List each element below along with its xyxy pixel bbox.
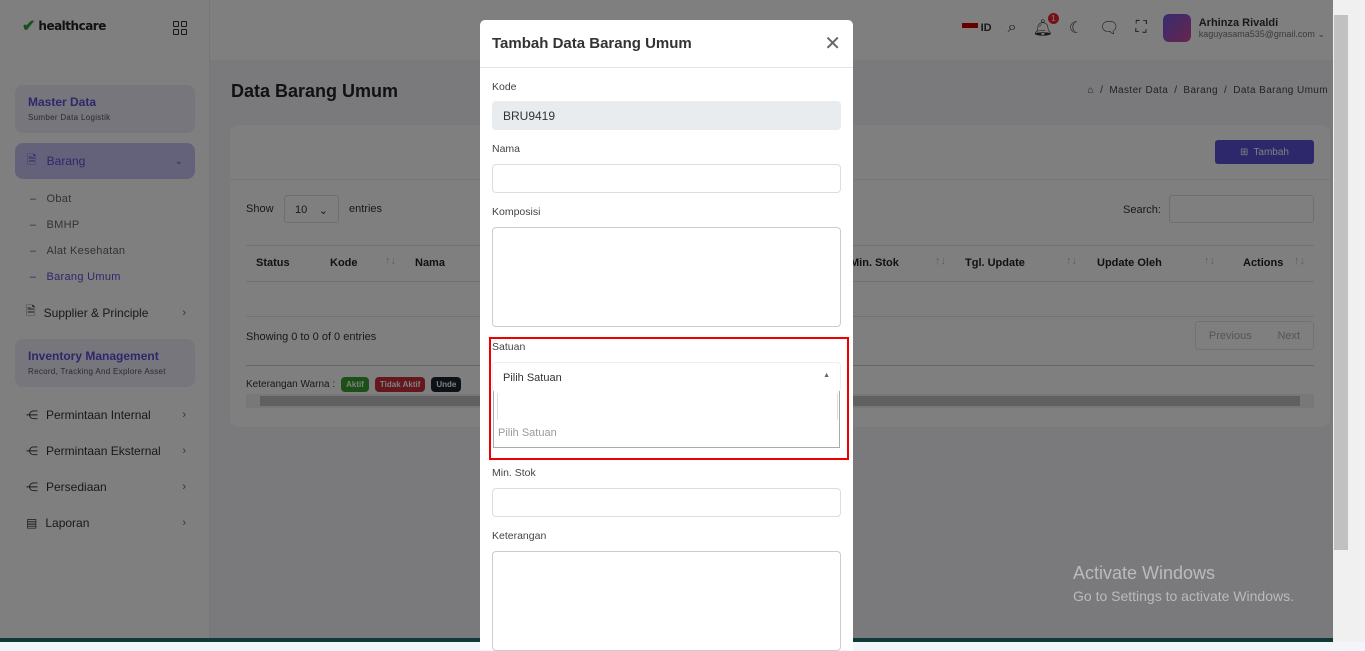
close-icon[interactable]: ✕ — [824, 31, 841, 56]
activate-windows-subtitle: Go to Settings to activate Windows. — [1073, 588, 1294, 604]
add-item-modal: Tambah Data Barang Umum ✕ Kode BRU9419 Na… — [480, 20, 853, 651]
kode-label: Kode — [492, 81, 517, 93]
komposisi-textarea[interactable] — [492, 227, 841, 327]
activate-windows-title: Activate Windows — [1073, 563, 1216, 583]
satuan-label: Satuan — [492, 341, 526, 353]
keterangan-textarea[interactable] — [492, 551, 841, 651]
caret-up-icon: ▲ — [823, 372, 830, 379]
satuan-dropdown: Pilih Satuan — [493, 391, 840, 448]
satuan-option[interactable]: Pilih Satuan — [498, 427, 557, 439]
keterangan-label: Keterangan — [492, 530, 547, 542]
satuan-search-input[interactable] — [497, 393, 838, 420]
satuan-value: Pilih Satuan — [503, 372, 562, 384]
kode-value: BRU9419 — [503, 109, 556, 123]
nama-input[interactable] — [492, 164, 841, 193]
min-stok-input[interactable] — [492, 488, 841, 517]
kode-field: BRU9419 — [492, 101, 841, 130]
nama-label: Nama — [492, 143, 521, 155]
modal-title: Tambah Data Barang Umum — [492, 35, 692, 52]
satuan-select[interactable]: Pilih Satuan ▲ — [492, 362, 841, 392]
vertical-scrollbar[interactable] — [1333, 0, 1365, 642]
min-stok-label: Min. Stok — [492, 467, 536, 479]
komposisi-label: Komposisi — [492, 206, 541, 218]
